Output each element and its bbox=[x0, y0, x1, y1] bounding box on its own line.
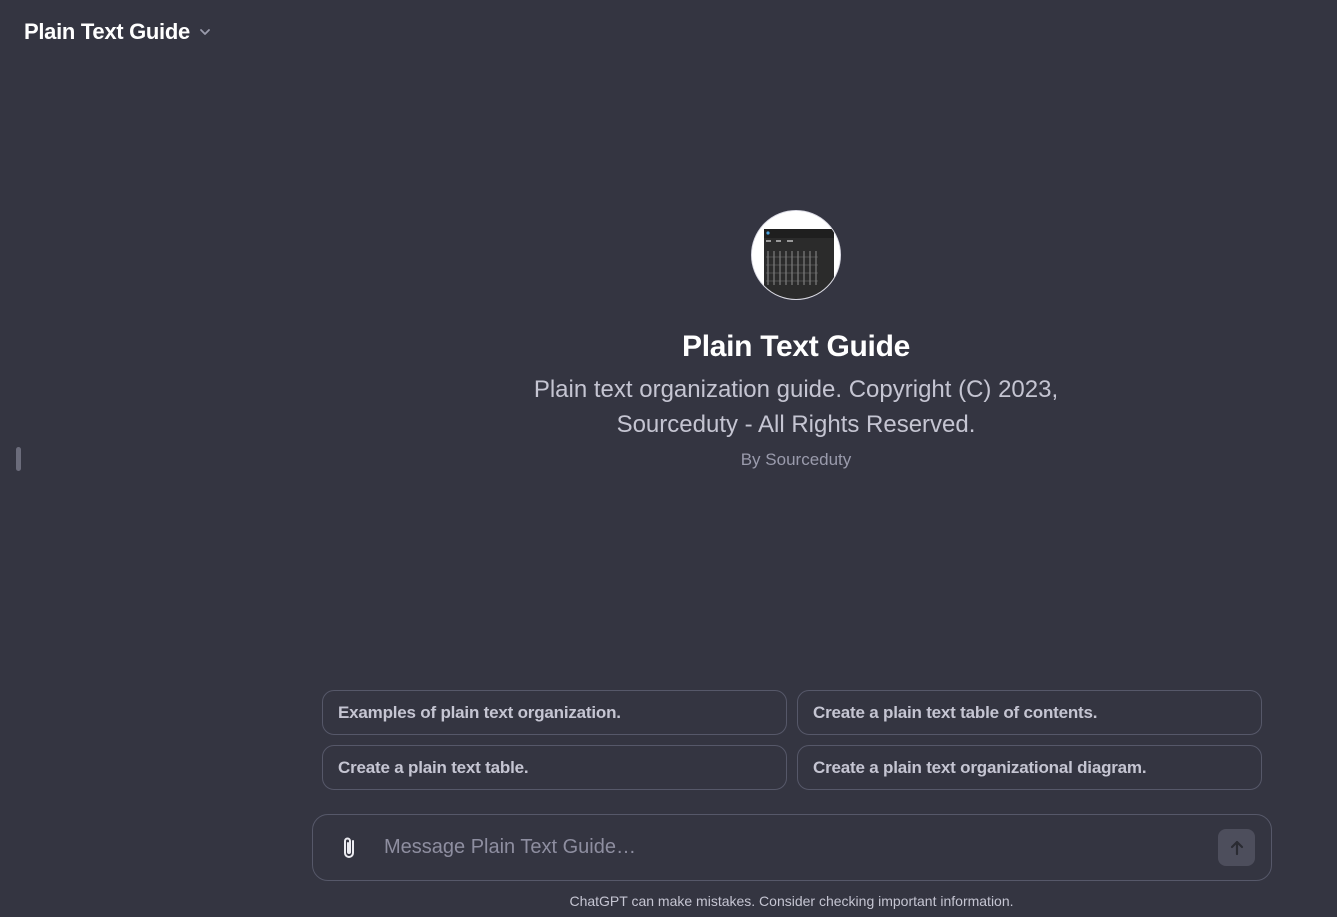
chat-page: Plain Text Guide Plain Text Guide Plain … bbox=[0, 0, 1337, 917]
arrow-up-icon bbox=[1230, 840, 1243, 855]
gpt-name: Plain Text Guide bbox=[681, 330, 911, 363]
suggestion-button[interactable]: Examples of plain text organization. bbox=[322, 690, 787, 735]
gpt-title-dropdown[interactable]: Plain Text Guide bbox=[24, 19, 212, 45]
gpt-title-label: Plain Text Guide bbox=[24, 19, 190, 44]
attach-file-button[interactable] bbox=[330, 828, 370, 868]
suggestion-button[interactable]: Create a plain text table. bbox=[322, 745, 787, 790]
suggestion-grid: Examples of plain text organization. Cre… bbox=[322, 690, 1262, 790]
message-input[interactable] bbox=[382, 835, 1218, 860]
gpt-author: By Sourceduty bbox=[740, 450, 852, 469]
text-editor-thumbnail-icon bbox=[752, 211, 840, 299]
suggestion-button[interactable]: Create a plain text table of contents. bbox=[797, 690, 1262, 735]
suggestion-button[interactable]: Create a plain text organizational diagr… bbox=[797, 745, 1262, 790]
disclaimer-label: ChatGPT can make mistakes. Consider chec… bbox=[569, 893, 1014, 909]
gpt-description: Plain text organization guide. Copyright… bbox=[533, 376, 1059, 438]
chevron-down-icon bbox=[198, 25, 212, 39]
gpt-intro: Plain Text Guide Plain text organization… bbox=[496, 210, 1096, 470]
paperclip-icon bbox=[344, 837, 354, 858]
sidebar-toggle-handle[interactable] bbox=[16, 447, 21, 471]
message-composer bbox=[312, 814, 1272, 881]
send-button[interactable] bbox=[1218, 829, 1255, 866]
disclaimer-text: ChatGPT can make mistakes. Consider chec… bbox=[0, 893, 1337, 909]
gpt-avatar bbox=[751, 210, 841, 300]
